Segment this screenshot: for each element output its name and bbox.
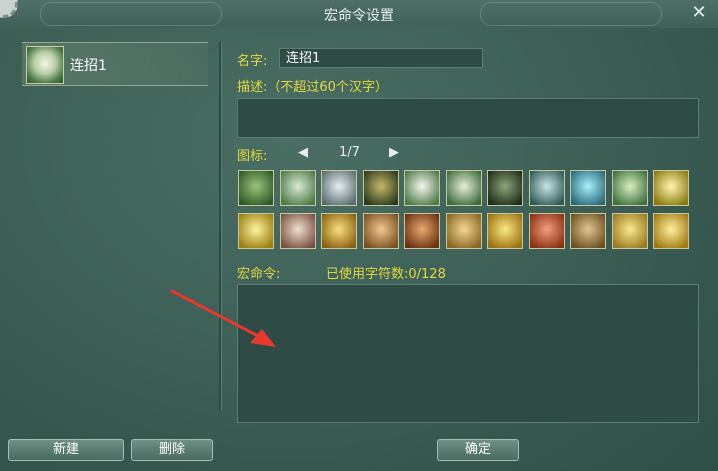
palm-icon[interactable]	[487, 213, 523, 249]
red-net-icon[interactable]	[528, 213, 565, 249]
green-orb-icon[interactable]	[279, 170, 316, 206]
star-seal-icon[interactable]	[445, 213, 482, 249]
prev-page-icon[interactable]: ◀	[298, 145, 308, 160]
name-label: 名字:	[237, 54, 268, 69]
icon-page-indicator: 1/7	[339, 145, 360, 160]
gold-burst-icon[interactable]	[238, 213, 274, 249]
description-field[interactable]	[237, 98, 699, 138]
green-pillar-icon[interactable]	[238, 170, 274, 206]
close-icon[interactable]: ✕	[690, 4, 708, 22]
swirl-icon[interactable]	[321, 170, 357, 206]
macro-item-name: 连招1	[70, 58, 107, 74]
ring-icon[interactable]	[528, 170, 565, 206]
mask-icon[interactable]	[487, 170, 523, 206]
guardians-icon[interactable]	[570, 213, 606, 249]
name-field[interactable]: 连招1	[279, 48, 483, 68]
window-title: 宏命令设置	[324, 8, 394, 24]
broken-heart-icon[interactable]	[279, 213, 316, 249]
club-icon[interactable]	[321, 213, 357, 249]
moon-orb-icon[interactable]	[445, 170, 482, 206]
gold-flash-icon[interactable]	[653, 170, 689, 206]
macro-list-item[interactable]: 连招1	[22, 42, 208, 86]
confirm-button[interactable]: 确定	[437, 439, 519, 461]
delete-button[interactable]: 删除	[131, 439, 213, 461]
icon-label: 图标:	[237, 149, 268, 164]
buddha-icon[interactable]	[611, 213, 648, 249]
new-button[interactable]: 新建	[8, 439, 124, 461]
monk-face-icon[interactable]	[362, 213, 399, 249]
white-flower-icon	[26, 46, 64, 84]
macro-settings-window: 宏命令设置 ✕ 连招1 名字: 连招1 描述:（不超过60个汉字） 图标: ◀ …	[0, 0, 718, 471]
icon-grid	[238, 170, 698, 256]
macro-command-field[interactable]	[237, 284, 699, 423]
annotation-arrow	[170, 289, 276, 347]
gold-swirl-icon[interactable]	[653, 213, 689, 249]
spark-burst-icon[interactable]	[570, 170, 606, 206]
meditating-monk-icon[interactable]	[404, 213, 440, 249]
fighter-icon[interactable]	[362, 170, 399, 206]
title-bar: 宏命令设置 ✕	[0, 0, 718, 28]
leaf-cross-icon[interactable]	[611, 170, 648, 206]
next-page-icon[interactable]: ▶	[389, 145, 399, 160]
description-label: 描述:（不超过60个汉字）	[237, 80, 388, 95]
white-flower-icon[interactable]	[404, 170, 440, 206]
macro-label: 宏命令:	[237, 267, 281, 282]
char-count-label: 已使用字符数:0/128	[326, 267, 446, 282]
